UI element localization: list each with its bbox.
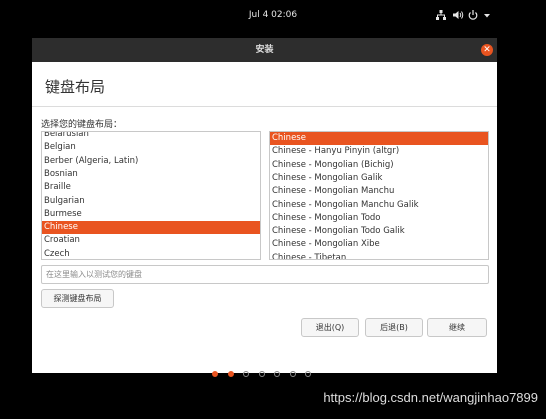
list-item[interactable]: Croatian (42, 234, 260, 247)
power-icon[interactable] (467, 9, 479, 21)
detect-layout-button[interactable]: 探测键盘布局 (41, 289, 114, 308)
list-item[interactable]: Chinese (270, 132, 488, 146)
list-item[interactable]: Belgian (42, 141, 260, 154)
list-item[interactable]: Chinese - Mongolian (Bichig) (270, 159, 488, 172)
top-panel: Jul 4 02:06 (0, 0, 546, 30)
list-item[interactable]: Chinese - Hanyu Pinyin (altgr) (270, 145, 488, 158)
list-item[interactable]: Chinese (42, 221, 260, 235)
back-button[interactable]: 后退(B) (365, 318, 423, 337)
list-item[interactable]: Chinese - Mongolian Galik (270, 172, 488, 185)
progress-dot (227, 371, 234, 377)
installer-window: 安装 ✕ 键盘布局 选择您的键盘布局： Belarusian Belgian Ber… (32, 38, 497, 373)
list-item[interactable]: Chinese - Mongolian Manchu Galik (270, 199, 488, 212)
list-item[interactable]: Burmese (42, 208, 260, 221)
list-item[interactable]: Braille (42, 181, 260, 194)
variant-list[interactable]: Chinese Chinese - Hanyu Pinyin (altgr) Chi… (269, 131, 489, 260)
page-title: 键盘布局 (45, 78, 106, 96)
chevron-down-icon[interactable] (481, 9, 493, 21)
quit-button[interactable]: 退出(Q) (301, 318, 359, 337)
list-item[interactable]: Berber (Algeria, Latin) (42, 155, 260, 168)
progress-dots (212, 371, 322, 379)
list-item[interactable]: Bulgarian (42, 195, 260, 208)
continue-button[interactable]: 继续 (427, 318, 487, 337)
watermark: https://blog.csdn.net/wangjinhao7899 (323, 390, 538, 405)
list-item[interactable]: Chinese - Mongolian Todo Galik (270, 225, 488, 238)
close-icon[interactable]: ✕ (481, 44, 493, 56)
list-item[interactable]: Belarusian (42, 132, 260, 141)
keyboard-test-input[interactable] (41, 265, 489, 284)
progress-dot (289, 371, 296, 377)
volume-icon[interactable] (452, 9, 464, 21)
title-bar[interactable]: 安装 ✕ (32, 38, 497, 62)
progress-dot (243, 371, 249, 377)
list-item[interactable]: Chinese - Tibetan (270, 252, 488, 259)
layout-prompt: 选择您的键盘布局： (41, 120, 123, 130)
progress-dot (305, 371, 311, 377)
progress-dot (212, 371, 218, 377)
list-item[interactable]: Chinese - Mongolian Xibe (270, 238, 488, 251)
network-icon[interactable] (435, 9, 447, 21)
clock[interactable]: Jul 4 02:06 (0, 0, 546, 30)
list-item[interactable]: Czech (42, 248, 260, 259)
progress-dot (274, 371, 280, 377)
page-header: 键盘布局 (32, 62, 497, 107)
progress-dot (258, 371, 265, 377)
window-title: 安装 (255, 45, 274, 55)
list-item[interactable]: Bosnian (42, 168, 260, 181)
layout-list[interactable]: Belarusian Belgian Berber (Algeria, Latin)… (41, 131, 261, 260)
list-item[interactable]: Chinese - Mongolian Manchu (270, 185, 488, 198)
list-item[interactable]: Chinese - Mongolian Todo (270, 212, 488, 225)
